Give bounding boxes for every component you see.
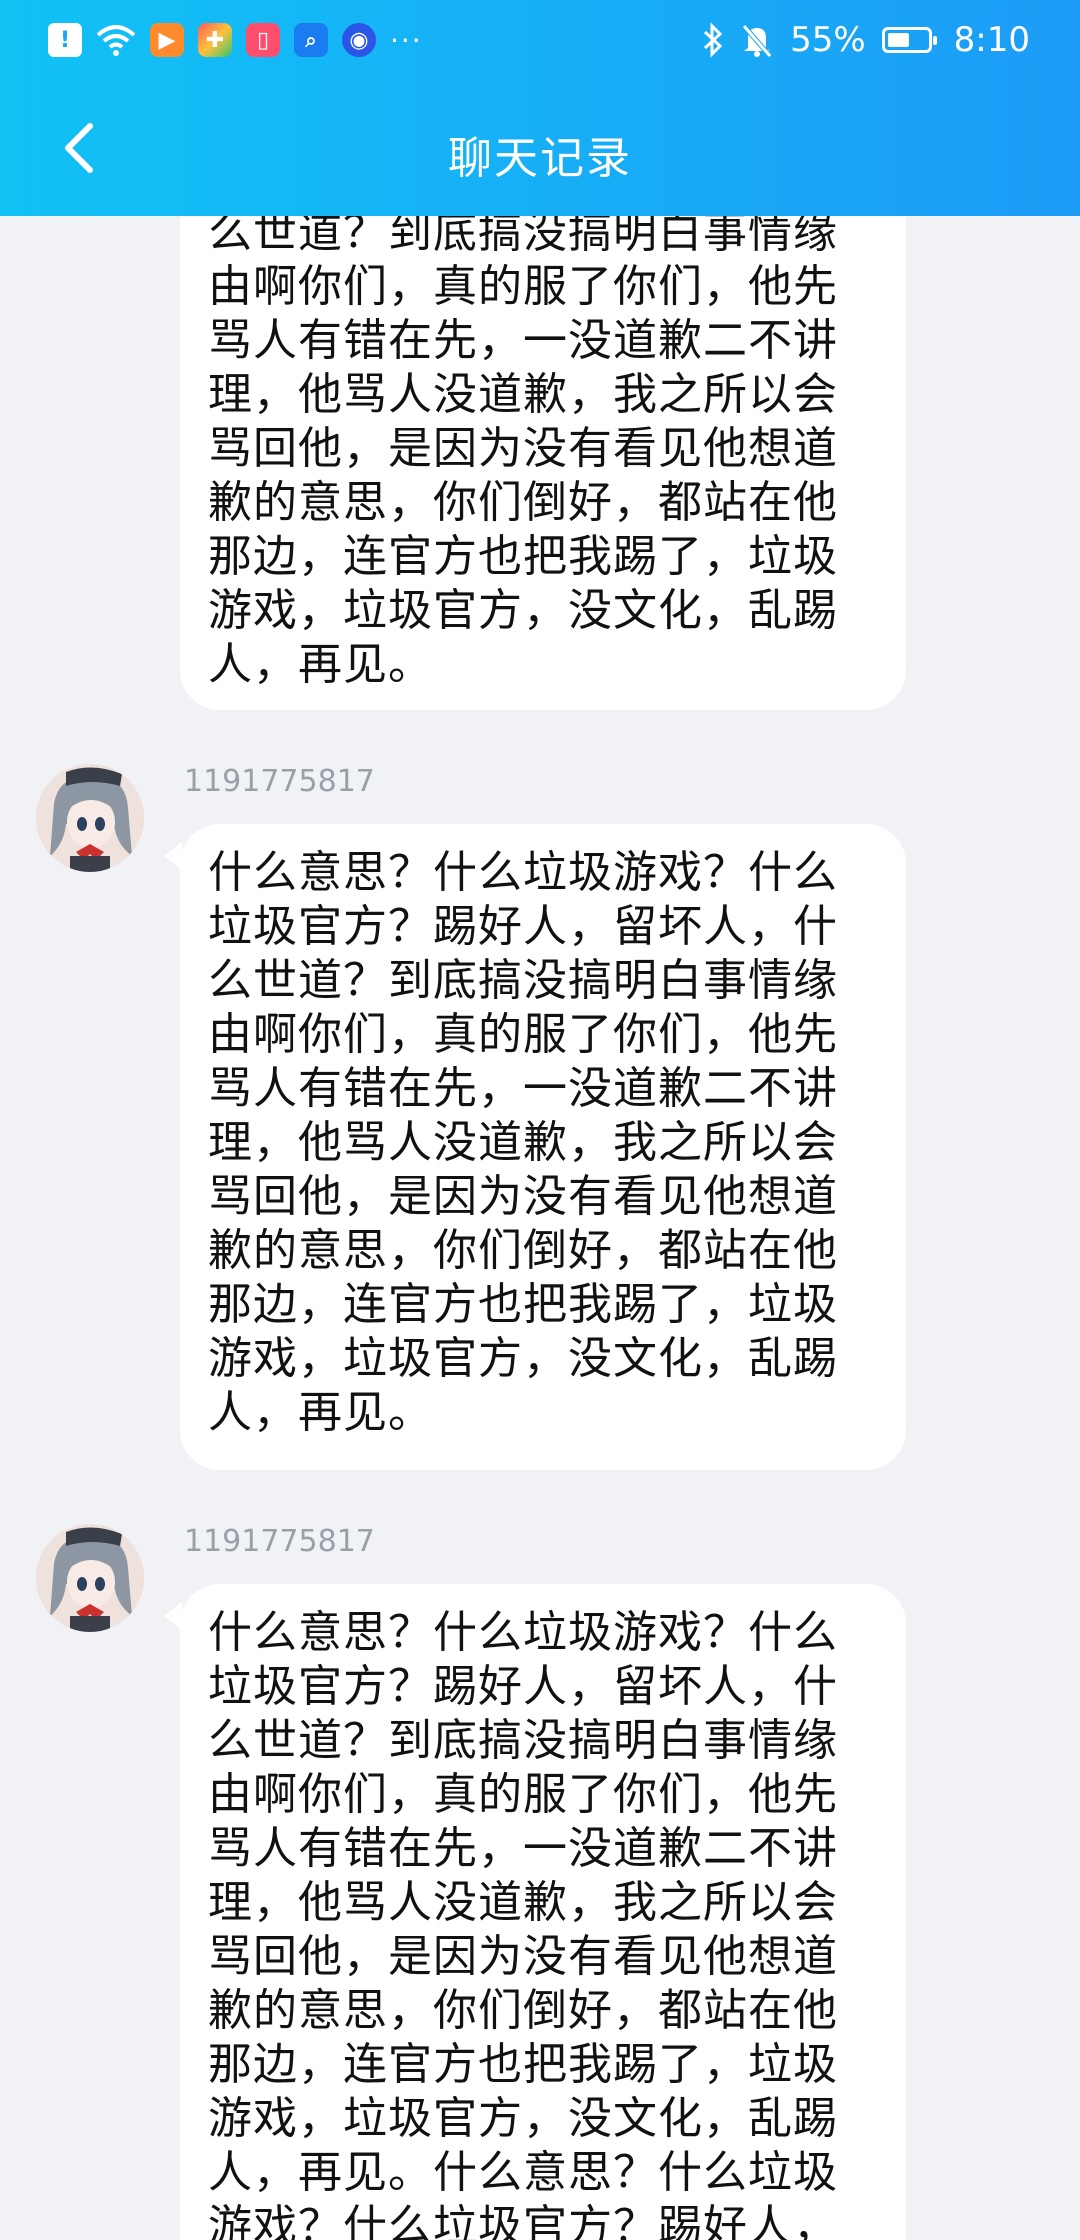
app-icon: ✚ — [198, 23, 232, 57]
more-notifications-icon: ··· — [390, 23, 423, 57]
status-bar: ! ▶ ✚ ▯ ⌕ ◉ ··· 55% 8:10 — [0, 0, 1080, 80]
sender-id: 1191775817 — [184, 764, 375, 799]
anime-avatar-icon — [36, 1524, 144, 1632]
status-notification-icons: ! ▶ ✚ ▯ ⌕ ◉ ··· — [48, 18, 423, 62]
bubble-tail — [164, 1602, 182, 1630]
header: ! ▶ ✚ ▯ ⌕ ◉ ··· 55% 8:10 聊天记录 — [0, 0, 1080, 216]
bulb-app-icon: ◉ — [342, 23, 376, 57]
battery-icon — [881, 27, 937, 53]
message-text: 什么意思？什么垃圾游戏？什么 垃圾官方？踢好人，留坏人，什 么世道？到底搞没搞明… — [208, 847, 838, 1438]
message-bubble[interactable]: 什么意思？什么垃圾游戏？什么 垃圾官方？踢好人，留坏人，什 么世道？到底搞没搞明… — [164, 824, 906, 1470]
avatar[interactable] — [36, 764, 144, 872]
book-app-icon: ▯ — [246, 23, 280, 57]
status-system-icons: 55% 8:10 — [702, 14, 1030, 66]
message-bubble[interactable]: 么世道？到底搞没搞明白事情缘 由啊你们，真的服了你们，他先 骂人有错在先，一没道… — [180, 160, 906, 710]
page-title: 聊天记录 — [448, 133, 632, 184]
battery-percent: 55% — [790, 20, 866, 60]
clock-time: 8:10 — [953, 20, 1030, 60]
sender-id: 1191775817 — [184, 1524, 375, 1559]
bubble-tail — [164, 842, 182, 870]
avatar[interactable] — [36, 1524, 144, 1632]
mute-bell-icon — [742, 24, 772, 58]
bluetooth-icon — [704, 22, 723, 58]
anime-avatar-icon — [36, 764, 144, 872]
chat-history-list[interactable]: 么世道？到底搞没搞明白事情缘 由啊你们，真的服了你们，他先 骂人有错在先，一没道… — [0, 0, 1080, 2240]
video-app-icon: ▶ — [150, 23, 184, 57]
message-bubble[interactable]: 什么意思？什么垃圾游戏？什么 垃圾官方？踢好人，留坏人，什 么世道？到底搞没搞明… — [164, 1584, 906, 2240]
wifi-icon — [96, 25, 136, 56]
search-app-icon: ⌕ — [294, 23, 328, 57]
nav-bar: 聊天记录 — [0, 80, 1080, 216]
alert-notification-icon: ! — [48, 23, 82, 57]
message-text: 么世道？到底搞没搞明白事情缘 由啊你们，真的服了你们，他先 骂人有错在先，一没道… — [208, 207, 838, 690]
message-text: 什么意思？什么垃圾游戏？什么 垃圾官方？踢好人，留坏人，什 么世道？到底搞没搞明… — [208, 1607, 838, 2240]
